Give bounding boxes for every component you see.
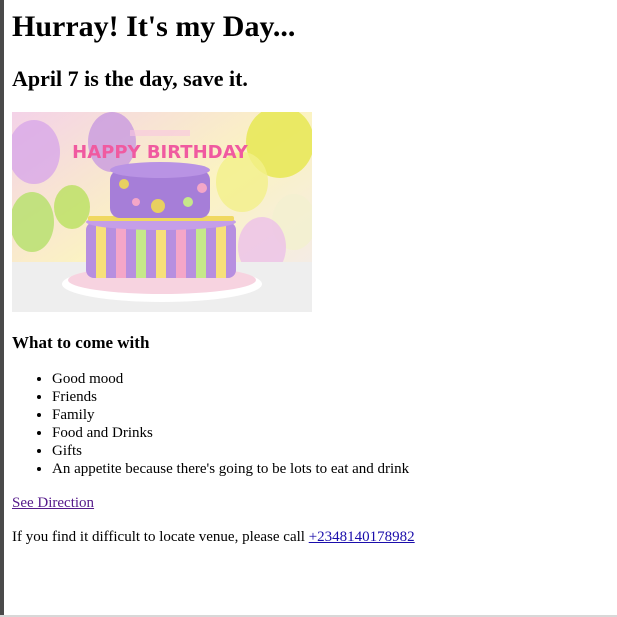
page-subtitle: April 7 is the day, save it. [12,66,248,91]
list-item: An appetite because there's going to be … [52,460,617,478]
list-item: Family [52,406,617,424]
see-direction-link[interactable]: See Direction [12,495,94,511]
items-list: Good mood Friends Family Food and Drinks… [12,370,617,478]
phone-link[interactable]: +2348140178982 [309,529,415,545]
list-item: Good mood [52,370,617,388]
list-item: Gifts [52,442,617,460]
page-content: Hurray! It's my Day... April 7 is the da… [12,0,617,546]
contact-text: If you find it difficult to locate venue… [12,529,309,545]
contact-paragraph: If you find it difficult to locate venue… [12,528,617,546]
cake-candle-text: HAPPY BIRTHDAY [72,142,249,163]
birthday-cake-image: HAPPY BIRTHDAY [12,112,312,312]
list-item: Food and Drinks [52,424,617,442]
window-left-edge [0,0,4,617]
list-item: Friends [52,388,617,406]
directions-paragraph: See Direction [12,494,617,512]
list-heading: What to come with [12,333,150,352]
page-title: Hurray! It's my Day... [12,10,296,43]
